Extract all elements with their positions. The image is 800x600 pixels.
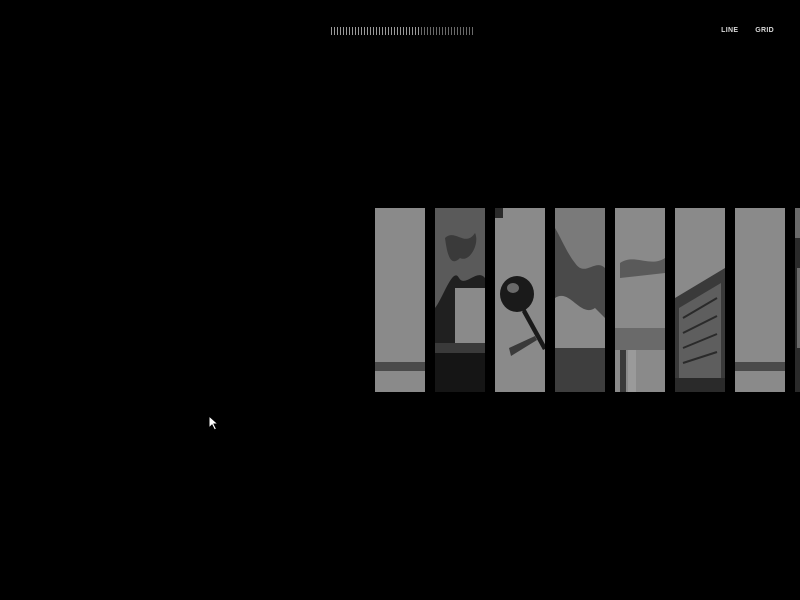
image-slice-2[interactable] [435, 208, 485, 392]
scrubber-progress [331, 27, 420, 35]
gallery-stage: LINE GRID [0, 0, 800, 600]
image-slice-8[interactable] [795, 208, 800, 392]
image-strip [375, 208, 800, 392]
view-grid-button[interactable]: GRID [755, 27, 774, 34]
image-slice-4[interactable] [555, 208, 605, 392]
scrubber-ticks[interactable] [331, 27, 474, 35]
image-slice-1[interactable] [375, 208, 425, 392]
image-slice-3[interactable] [495, 208, 545, 392]
mouse-pointer-icon [208, 415, 220, 431]
image-slice-7[interactable] [735, 208, 785, 392]
view-line-button[interactable]: LINE [721, 27, 738, 34]
image-slice-6[interactable] [675, 208, 725, 392]
image-slice-5[interactable] [615, 208, 665, 392]
view-mode-switch: LINE GRID [721, 27, 774, 34]
